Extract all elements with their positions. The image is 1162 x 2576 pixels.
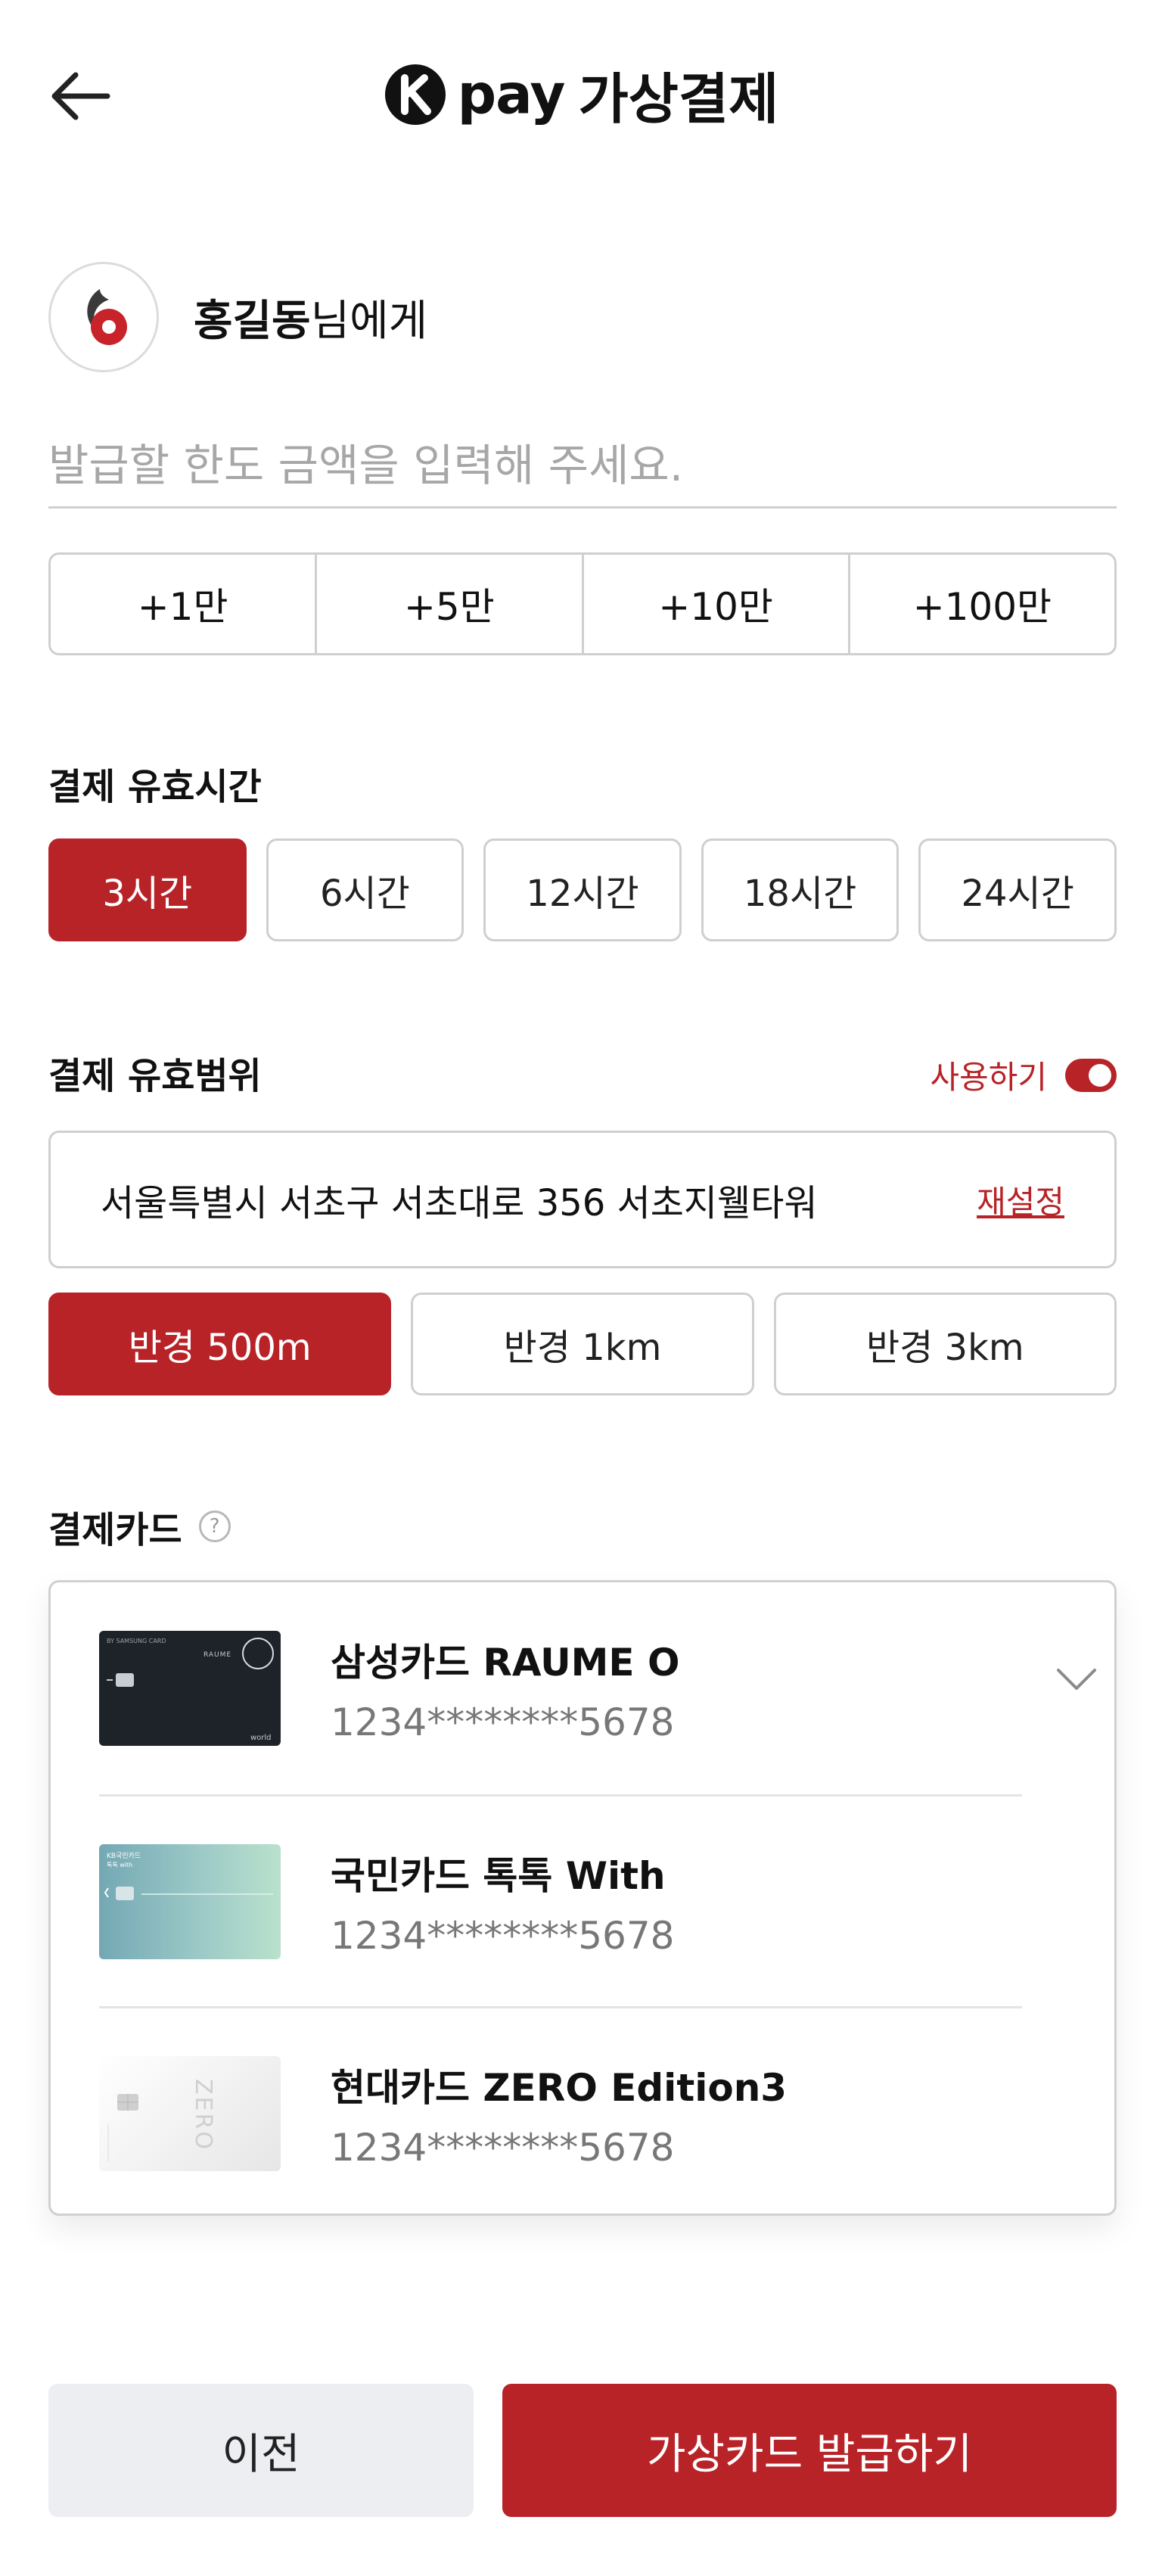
samsung-card-image: BY SAMSUNG CARD RAUME world <box>99 1631 281 1746</box>
kb-card-image: KB국민카드 톡톡 with <box>99 1844 281 1959</box>
use-range-label: 사용하기 <box>930 1059 1047 1096</box>
recipient-name: 홍길동 <box>194 296 311 346</box>
card-name: 삼성카드 RAUME O <box>331 1641 680 1685</box>
kb-card-art: KB국민카드 톡톡 with <box>104 1852 273 1900</box>
hyundai-card-art: ZERO <box>107 2079 216 2162</box>
time-option-18h[interactable]: 18시간 <box>701 838 899 941</box>
time-option-6h[interactable]: 6시간 <box>266 838 464 941</box>
add-50k-button[interactable]: +5만 <box>317 555 584 653</box>
brand-title: pay 가상결제 <box>0 54 1162 134</box>
card-name: 국민카드 톡톡 With <box>331 1854 666 1898</box>
recipient-label: 홍길동님에게 <box>194 287 427 348</box>
valid-range-title: 결제 유효범위 <box>48 1055 262 1097</box>
time-option-12h[interactable]: 12시간 <box>483 838 682 941</box>
time-option-24h[interactable]: 24시간 <box>918 838 1117 941</box>
card-option-samsung[interactable]: BY SAMSUNG CARD RAUME world 삼성카드 RAUME O… <box>99 1582 1096 1794</box>
brand-pay-text: pay <box>457 62 566 126</box>
use-range-toggle-row: 사용하기 <box>930 1052 1117 1098</box>
valid-time-title: 결제 유효시간 <box>48 766 262 808</box>
card-number: 1234********5678 <box>331 2126 675 2170</box>
card-info: 현대카드 ZERO Edition3 1234********5678 <box>331 2058 787 2170</box>
card-option-kb[interactable]: KB국민카드 톡톡 with 국민카드 톡톡 With 1234********… <box>99 1796 1022 2008</box>
svg-text:BY SAMSUNG CARD: BY SAMSUNG CARD <box>107 1638 166 1644</box>
hyundai-card-image: ZERO <box>99 2056 281 2171</box>
chevron-down-icon[interactable] <box>1054 1664 1099 1694</box>
svg-text:KB국민카드: KB국민카드 <box>107 1852 141 1860</box>
page-title: 가상결제 <box>578 67 779 131</box>
header: pay 가상결제 <box>0 0 1162 189</box>
card-info: 삼성카드 RAUME O 1234********5678 <box>331 1632 680 1744</box>
card-info: 국민카드 톡톡 With 1234********5678 <box>331 1846 675 1958</box>
add-100k-button[interactable]: +10만 <box>584 555 850 653</box>
svg-text:RAUME: RAUME <box>204 1651 231 1659</box>
radius-option-1km[interactable]: 반경 1km <box>411 1293 754 1395</box>
recipient-suffix: 님에게 <box>310 296 428 346</box>
card-list: BY SAMSUNG CARD RAUME world 삼성카드 RAUME O… <box>48 1580 1117 2216</box>
payment-card-title: 결제카드 <box>48 1509 182 1551</box>
address-box: 서울특별시 서초구 서초대로 356 서초지웰타워 재설정 <box>48 1131 1117 1268</box>
payment-card-header: 결제카드 ? <box>48 1500 231 1553</box>
address-text: 서울특별시 서초구 서초대로 356 서초지웰타워 <box>101 1182 818 1224</box>
valid-time-options: 3시간 6시간 12시간 18시간 24시간 <box>48 838 1117 941</box>
prev-button[interactable]: 이전 <box>48 2384 474 2517</box>
card-name: 현대카드 ZERO Edition3 <box>331 2066 788 2110</box>
samsung-card-art: BY SAMSUNG CARD RAUME world <box>107 1638 274 1742</box>
recipient-row: 홍길동님에게 <box>48 260 427 374</box>
svg-text:톡톡 with: 톡톡 with <box>107 1862 132 1868</box>
use-range-toggle[interactable] <box>1065 1058 1117 1092</box>
user-logo-icon <box>87 289 127 345</box>
card-number: 1234********5678 <box>331 1914 675 1958</box>
avatar <box>48 262 159 372</box>
add-1m-button[interactable]: +100만 <box>850 555 1114 653</box>
time-option-3h[interactable]: 3시간 <box>48 838 247 941</box>
radius-options: 반경 500m 반경 1km 반경 3km <box>48 1293 1117 1395</box>
radius-option-3km[interactable]: 반경 3km <box>773 1293 1117 1395</box>
toggle-knob <box>1089 1063 1111 1087</box>
svg-text:world: world <box>250 1734 272 1742</box>
quick-add-group: +1만 +5만 +10만 +100만 <box>48 552 1117 655</box>
reset-address-link[interactable]: 재설정 <box>977 1177 1064 1223</box>
add-10k-button[interactable]: +1만 <box>51 555 318 653</box>
amount-input[interactable] <box>48 424 1117 509</box>
kakao-k-icon <box>384 64 446 125</box>
svg-text:ZERO: ZERO <box>190 2079 216 2151</box>
question-circle-icon[interactable]: ? <box>198 1510 231 1542</box>
radius-option-500m[interactable]: 반경 500m <box>48 1293 392 1395</box>
card-option-hyundai[interactable]: ZERO 현대카드 ZERO Edition3 1234********5678 <box>99 2008 1022 2220</box>
card-number: 1234********5678 <box>331 1700 675 1744</box>
issue-virtual-card-button[interactable]: 가상카드 발급하기 <box>502 2384 1117 2517</box>
